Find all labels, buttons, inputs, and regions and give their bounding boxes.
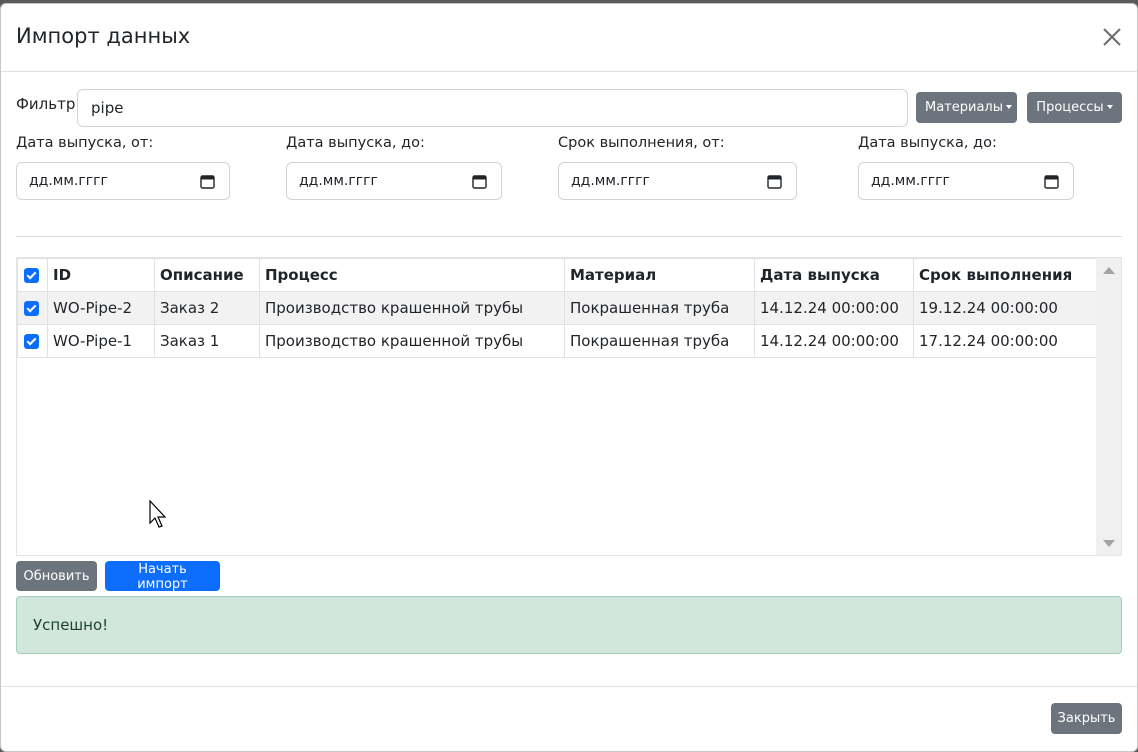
cell-process: Производство крашенной трубы: [259, 291, 565, 325]
processes-label: Процессы: [1036, 100, 1104, 115]
cell-release-date: 14.12.24 00:00:00: [754, 291, 914, 325]
release-to-label-2: Дата выпуска, до:: [858, 135, 997, 151]
row-checkbox[interactable]: [24, 301, 39, 316]
due-from-input[interactable]: дд.мм.гггг: [558, 162, 797, 200]
col-header-due-date[interactable]: Срок выполнения: [913, 258, 1097, 292]
success-alert: Успешно!: [16, 596, 1122, 654]
cell-material: Покрашенная труба: [564, 324, 755, 358]
release-from-label: Дата выпуска, от:: [16, 135, 154, 151]
orders-table-container: ID Описание Процесс Материал Дата выпуск…: [16, 257, 1122, 556]
cell-id: WO-Pipe-1: [47, 324, 155, 358]
close-icon[interactable]: [1101, 26, 1123, 48]
close-button[interactable]: Закрыть: [1051, 703, 1122, 734]
col-header-description[interactable]: Описание: [154, 258, 260, 292]
due-from-label: Срок выполнения, от:: [558, 135, 725, 151]
modal-header: Импорт данных: [1, 4, 1137, 72]
release-from-input[interactable]: дд.мм.гггг: [16, 162, 230, 200]
cell-id: WO-Pipe-2: [47, 291, 155, 325]
date-placeholder: дд.мм.гггг: [29, 173, 108, 189]
cell-due-date: 17.12.24 00:00:00: [913, 324, 1097, 358]
release-to-input[interactable]: дд.мм.гггг: [286, 162, 502, 200]
col-header-release-date[interactable]: Дата выпуска: [754, 258, 914, 292]
cell-release-date: 14.12.24 00:00:00: [754, 324, 914, 358]
refresh-button[interactable]: Обновить: [16, 561, 97, 591]
calendar-icon[interactable]: [200, 174, 215, 189]
col-header-process[interactable]: Процесс: [259, 258, 565, 292]
materials-label: Материалы: [925, 100, 1003, 115]
select-all-checkbox[interactable]: [24, 268, 39, 283]
table-header-row: ID Описание Процесс Материал Дата выпуск…: [17, 258, 1097, 292]
cell-description: Заказ 2: [154, 291, 260, 325]
table-row[interactable]: WO-Pipe-1 Заказ 1 Производство крашенной…: [17, 324, 1097, 358]
date-placeholder: дд.мм.гггг: [871, 173, 950, 189]
cell-material: Покрашенная труба: [564, 291, 755, 325]
table-scrollbar[interactable]: [1096, 258, 1121, 555]
calendar-icon[interactable]: [1044, 174, 1059, 189]
start-import-button[interactable]: Начать импорт: [105, 561, 220, 592]
modal-title: Импорт данных: [16, 24, 191, 48]
calendar-icon[interactable]: [472, 174, 487, 189]
release-to-input-2[interactable]: дд.мм.гггг: [858, 162, 1074, 200]
divider: [16, 236, 1122, 237]
caret-down-icon: [1006, 105, 1012, 109]
filter-label: Фильтр: [16, 95, 76, 113]
table-row[interactable]: WO-Pipe-2 Заказ 2 Производство крашенной…: [17, 291, 1097, 325]
mouse-cursor-icon: [149, 500, 167, 528]
calendar-icon[interactable]: [767, 174, 782, 189]
date-placeholder: дд.мм.гггг: [299, 173, 378, 189]
scroll-down-icon[interactable]: [1103, 540, 1115, 547]
cell-process: Производство крашенной трубы: [259, 324, 565, 358]
cell-due-date: 19.12.24 00:00:00: [913, 291, 1097, 325]
cell-description: Заказ 1: [154, 324, 260, 358]
scroll-up-icon[interactable]: [1103, 267, 1115, 274]
filter-input[interactable]: [77, 89, 908, 127]
select-all-cell: [17, 258, 48, 292]
materials-dropdown-button[interactable]: Материалы: [916, 92, 1017, 123]
row-checkbox[interactable]: [24, 334, 39, 349]
import-modal: Импорт данных Фильтр Материалы Процессы …: [0, 3, 1138, 752]
caret-down-icon: [1106, 105, 1113, 109]
processes-dropdown-button[interactable]: Процессы: [1027, 92, 1122, 123]
release-to-label: Дата выпуска, до:: [286, 135, 425, 151]
footer-divider: [1, 686, 1137, 687]
col-header-material[interactable]: Материал: [564, 258, 755, 292]
row-select-cell: [17, 291, 48, 325]
date-placeholder: дд.мм.гггг: [571, 173, 650, 189]
row-select-cell: [17, 324, 48, 358]
col-header-id[interactable]: ID: [47, 258, 155, 292]
orders-table: ID Описание Процесс Материал Дата выпуск…: [17, 258, 1097, 358]
